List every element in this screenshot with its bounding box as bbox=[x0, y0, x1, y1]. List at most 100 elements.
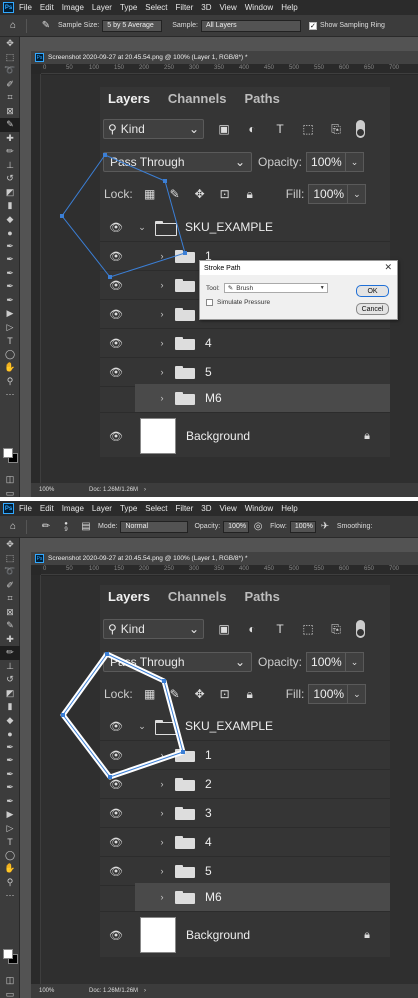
zoom-level[interactable]: 100% bbox=[39, 487, 79, 493]
healing-tool-icon[interactable]: ✚ bbox=[0, 132, 20, 146]
gradient-tool-icon[interactable]: ▮ bbox=[0, 700, 20, 714]
airbrush-icon[interactable]: ✈ bbox=[318, 520, 332, 534]
move-tool-icon[interactable]: ✥ bbox=[0, 37, 20, 51]
dodge-tool-icon[interactable]: ● bbox=[0, 226, 20, 240]
crop-tool-icon[interactable]: ⌗ bbox=[0, 91, 20, 105]
chevron-right-icon[interactable]: › bbox=[155, 393, 169, 403]
kind-filter-select[interactable]: ⚲ Kind ⌄ bbox=[103, 119, 204, 139]
more-tools-icon[interactable]: ⋯ bbox=[0, 388, 20, 402]
menu-layer[interactable]: Layer bbox=[92, 3, 112, 12]
eye-icon[interactable]: 👁︎ bbox=[100, 720, 132, 733]
screen-mode-icon[interactable]: ▭ bbox=[0, 988, 20, 998]
direct-select-icon[interactable]: ▷ bbox=[0, 822, 20, 836]
eye-icon[interactable]: 👁︎ bbox=[100, 221, 132, 234]
menu-select[interactable]: Select bbox=[145, 504, 167, 513]
tab-paths[interactable]: Paths bbox=[244, 589, 279, 604]
lock-all-icon[interactable]: 🔒︎ bbox=[242, 186, 258, 202]
blur-tool-icon[interactable]: ◆ bbox=[0, 213, 20, 227]
layer-row[interactable]: 👁︎ › 1 bbox=[100, 741, 390, 770]
layer-row[interactable]: 👁︎ › 5 bbox=[100, 857, 390, 886]
marquee-tool-icon[interactable]: ⬚ bbox=[0, 552, 20, 566]
path-select-icon[interactable]: ▶ bbox=[0, 808, 20, 822]
menu-help[interactable]: Help bbox=[281, 504, 297, 513]
chevron-right-icon[interactable]: › bbox=[155, 309, 169, 319]
smart-object-filter-icon[interactable]: ⎘ bbox=[328, 122, 344, 136]
lock-artboard-icon[interactable]: ⊡ bbox=[217, 686, 233, 702]
layer-row[interactable]: 👁︎ Background 🔒︎ bbox=[100, 416, 390, 456]
status-arrow-icon[interactable]: › bbox=[144, 487, 146, 493]
screen-mode-icon[interactable]: ▭ bbox=[0, 487, 20, 497]
chevron-down-icon[interactable]: ⌄ bbox=[135, 222, 149, 233]
pen-tool-5-icon[interactable]: ✒ bbox=[0, 294, 20, 308]
chevron-right-icon[interactable]: › bbox=[155, 338, 169, 348]
menu-type[interactable]: Type bbox=[120, 504, 137, 513]
image-filter-icon[interactable]: ▣ bbox=[216, 122, 232, 136]
opacity-input[interactable]: 100% bbox=[223, 520, 250, 533]
pen-tool-icon[interactable]: ✒ bbox=[0, 240, 20, 254]
layer-row[interactable]: 👁︎ › 3 bbox=[100, 799, 390, 828]
shape-tool-icon[interactable]: ◯ bbox=[0, 849, 20, 863]
menu-window[interactable]: Window bbox=[245, 504, 273, 513]
brush-icon[interactable]: ✏ bbox=[39, 520, 53, 534]
tool-select[interactable]: ✎ Brush ▼ bbox=[223, 283, 328, 293]
menu-edit[interactable]: Edit bbox=[40, 504, 54, 513]
lock-transparency-icon[interactable]: ▦ bbox=[142, 686, 158, 702]
more-tools-icon[interactable]: ⋯ bbox=[0, 889, 20, 903]
tab-paths[interactable]: Paths bbox=[244, 91, 279, 106]
hand-tool-icon[interactable]: ✋ bbox=[0, 361, 20, 375]
pen-tool-4-icon[interactable]: ✒ bbox=[0, 280, 20, 294]
menu-image[interactable]: Image bbox=[62, 504, 84, 513]
image-filter-icon[interactable]: ▣ bbox=[216, 622, 232, 636]
eye-icon[interactable]: 👁︎ bbox=[100, 778, 132, 791]
menu-type[interactable]: Type bbox=[120, 3, 137, 12]
layer-row[interactable]: 👁︎ › 4 bbox=[100, 828, 390, 857]
eraser-tool-icon[interactable]: ◩ bbox=[0, 687, 20, 701]
menu-3d[interactable]: 3D bbox=[201, 504, 211, 513]
zoom-tool-icon[interactable]: ⚲ bbox=[0, 375, 20, 389]
zoom-level[interactable]: 100% bbox=[39, 988, 79, 994]
quick-mask-icon[interactable]: ◫ bbox=[0, 974, 20, 988]
adjustment-filter-icon[interactable]: ◐ bbox=[244, 122, 260, 136]
simulate-pressure-checkbox[interactable] bbox=[206, 299, 213, 306]
brush-settings-icon[interactable]: ▤ bbox=[79, 520, 93, 534]
history-brush-icon[interactable]: ↺ bbox=[0, 673, 20, 687]
eye-icon[interactable]: 👁︎ bbox=[100, 430, 132, 443]
stamp-tool-icon[interactable]: ⊥ bbox=[0, 660, 20, 674]
eyedropper-tool-icon[interactable]: ✎ bbox=[0, 619, 20, 633]
fill-input[interactable]: 100% bbox=[308, 684, 349, 704]
eyedropper-icon[interactable]: ✎ bbox=[39, 19, 53, 33]
eye-icon[interactable]: 👁︎ bbox=[100, 308, 132, 321]
eye-icon[interactable]: 👁︎ bbox=[100, 337, 132, 350]
chevron-down-icon[interactable]: ⌄ bbox=[135, 721, 149, 732]
layer-row[interactable]: 👁︎ › 4 bbox=[100, 329, 390, 358]
tab-layers[interactable]: Layers bbox=[108, 589, 150, 604]
tab-channels[interactable]: Channels bbox=[168, 589, 227, 604]
path-select-icon[interactable]: ▶ bbox=[0, 307, 20, 321]
healing-tool-icon[interactable]: ✚ bbox=[0, 633, 20, 647]
adjustment-filter-icon[interactable]: ◐ bbox=[244, 622, 260, 636]
pen-tool-2-icon[interactable]: ✒ bbox=[0, 253, 20, 267]
chevron-down-icon[interactable]: ⌄ bbox=[346, 152, 365, 172]
chevron-right-icon[interactable]: › bbox=[155, 808, 169, 818]
brush-tool-icon[interactable]: ✏ bbox=[0, 646, 20, 660]
history-brush-icon[interactable]: ↺ bbox=[0, 172, 20, 186]
crop-tool-icon[interactable]: ⌗ bbox=[0, 592, 20, 606]
lock-position-icon[interactable]: ✥ bbox=[192, 186, 208, 202]
smart-object-filter-icon[interactable]: ⎘ bbox=[328, 622, 344, 636]
eye-icon[interactable]: 👁︎ bbox=[100, 366, 132, 379]
shape-tool-icon[interactable]: ◯ bbox=[0, 348, 20, 362]
menu-file[interactable]: File bbox=[19, 504, 32, 513]
pressure-opacity-icon[interactable]: ◎ bbox=[251, 520, 265, 534]
gradient-tool-icon[interactable]: ▮ bbox=[0, 199, 20, 213]
shape-filter-icon[interactable]: ⬚ bbox=[300, 122, 316, 136]
blend-mode-select[interactable]: Pass Through ⌄ bbox=[103, 652, 252, 672]
chevron-right-icon[interactable]: › bbox=[155, 280, 169, 290]
menu-3d[interactable]: 3D bbox=[201, 3, 211, 12]
layer-row[interactable]: 👁︎ › 2 bbox=[100, 770, 390, 799]
menu-window[interactable]: Window bbox=[245, 3, 273, 12]
chevron-down-icon[interactable]: ⌄ bbox=[346, 652, 365, 672]
hand-tool-icon[interactable]: ✋ bbox=[0, 862, 20, 876]
direct-select-icon[interactable]: ▷ bbox=[0, 321, 20, 335]
shape-filter-icon[interactable]: ⬚ bbox=[300, 622, 316, 636]
quick-mask-icon[interactable]: ◫ bbox=[0, 473, 20, 487]
